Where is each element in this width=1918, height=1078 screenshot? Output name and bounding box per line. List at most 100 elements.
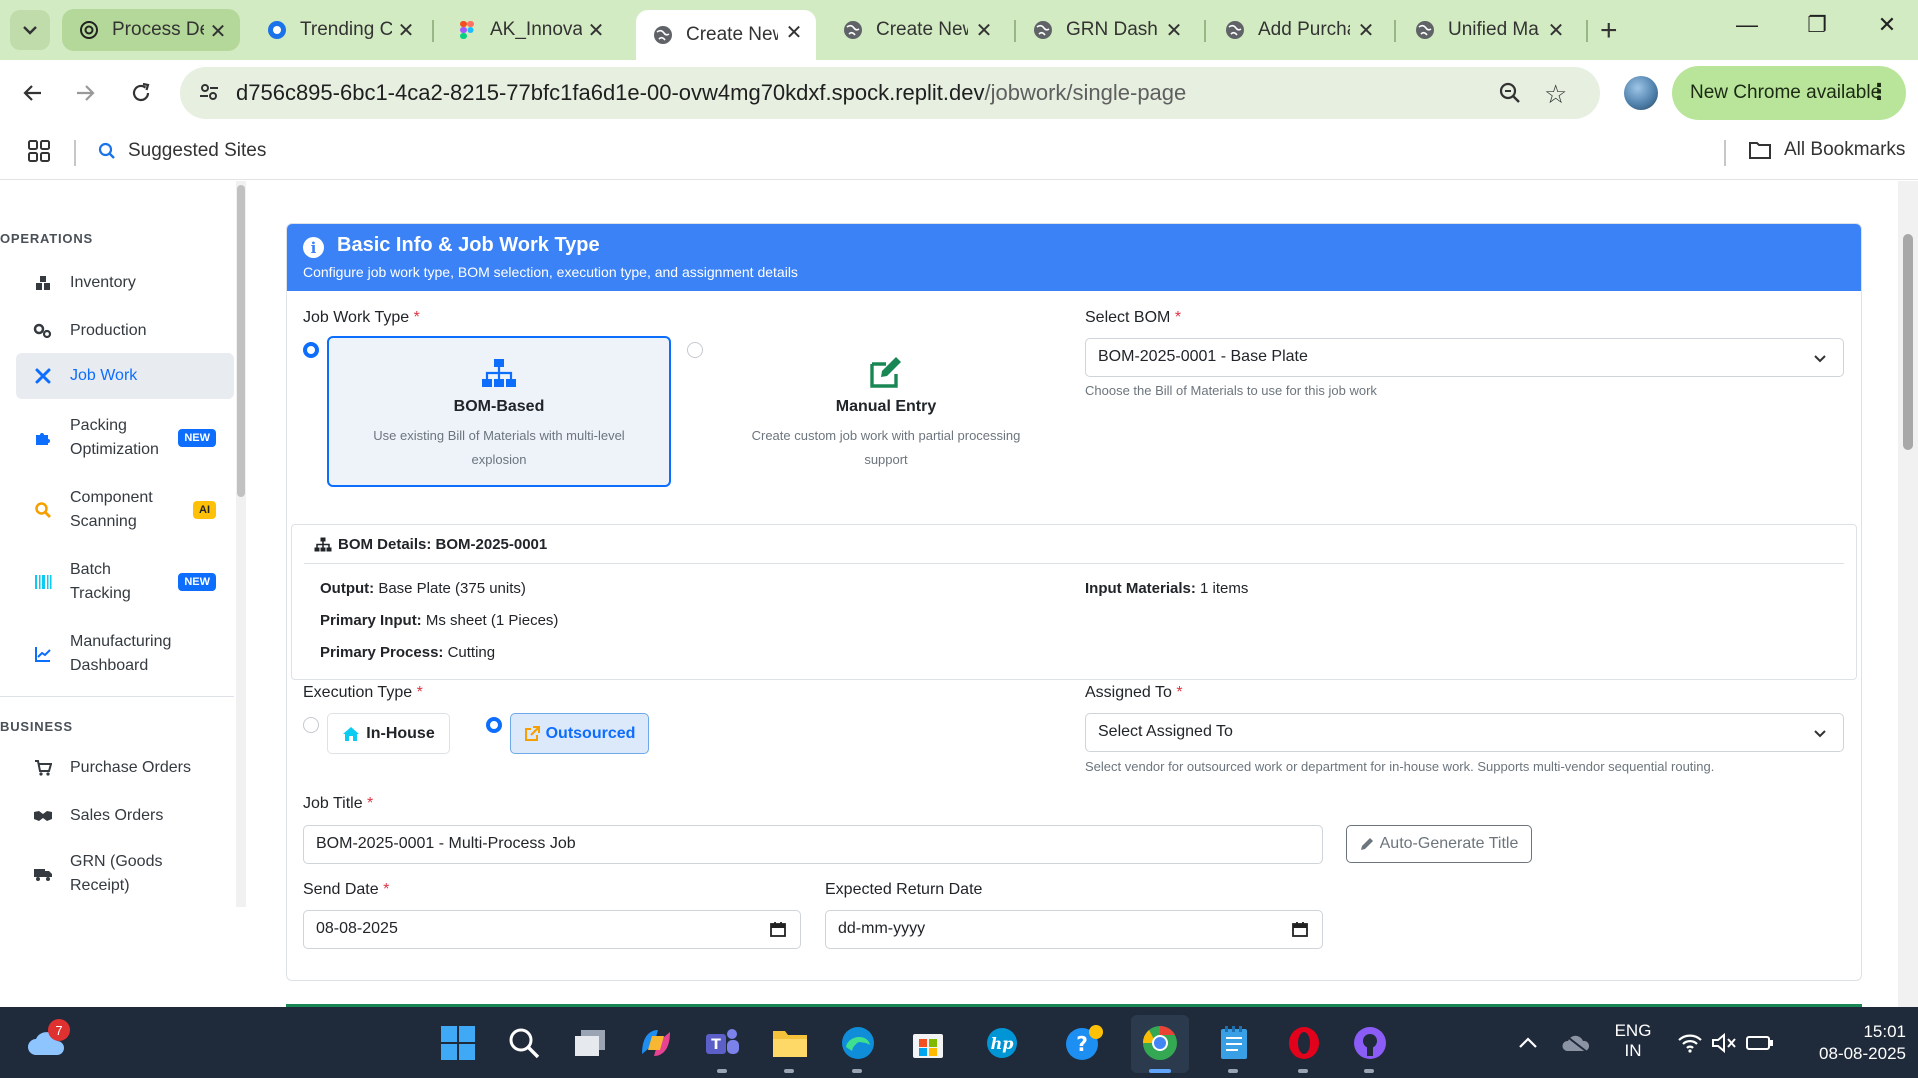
chevron-down-icon bbox=[1813, 726, 1827, 744]
sidebar-item-packing-optimization[interactable]: Packing Optimization NEW bbox=[16, 413, 234, 463]
tab-title: Add Purcha bbox=[1258, 19, 1350, 40]
manual-entry-radio[interactable] bbox=[687, 342, 703, 358]
tab-grn-dashboard[interactable]: GRN Dashb ✕ bbox=[1016, 8, 1196, 52]
close-icon[interactable]: ✕ bbox=[396, 20, 416, 42]
address-bar[interactable]: d756c895-6bc1-4ca2-8215-77bfc1fa6d1e-00-… bbox=[180, 67, 1600, 119]
apps-grid-icon[interactable] bbox=[28, 140, 50, 167]
sidebar-item-batch-tracking[interactable]: Batch Tracking NEW bbox=[16, 557, 234, 607]
chrome-icon[interactable] bbox=[1138, 1021, 1182, 1065]
language-indicator[interactable]: ENG IN bbox=[1608, 1021, 1658, 1061]
tab-trending[interactable]: Trending Co ✕ bbox=[250, 8, 428, 52]
close-icon[interactable]: ✕ bbox=[208, 21, 228, 43]
page-scrollbar-thumb[interactable] bbox=[1903, 234, 1913, 450]
sidebar-item-label: Manufacturing Dashboard bbox=[70, 630, 171, 678]
tab-create-new-active[interactable]: Create New ✕ bbox=[636, 10, 816, 60]
label-line: Packing bbox=[70, 417, 127, 434]
clock[interactable]: 15:01 08-08-2025 bbox=[1786, 1021, 1906, 1065]
edit-icon bbox=[711, 356, 1061, 390]
teams-icon[interactable]: T bbox=[700, 1021, 744, 1065]
globe-icon bbox=[1224, 19, 1246, 41]
sidebar-scrollbar-thumb[interactable] bbox=[237, 185, 245, 497]
sidebar-item-grn[interactable]: GRN (Goods Receipt) bbox=[16, 849, 234, 899]
site-settings-icon[interactable] bbox=[198, 81, 220, 108]
required-marker: * bbox=[367, 795, 374, 812]
tab-process-design[interactable]: Process Design ✕ bbox=[62, 9, 240, 51]
reload-icon bbox=[132, 82, 150, 102]
zoom-icon[interactable] bbox=[1498, 81, 1522, 110]
edge-icon[interactable] bbox=[836, 1021, 880, 1065]
tab-unified[interactable]: Unified Ma ✕ bbox=[1398, 8, 1578, 52]
expected-return-date-input[interactable]: dd-mm-yyyy bbox=[825, 910, 1323, 949]
close-icon[interactable]: ✕ bbox=[974, 20, 994, 42]
tab-title: Trending Co bbox=[300, 19, 392, 40]
send-date-input[interactable]: 08-08-2025 bbox=[303, 910, 801, 949]
start-icon[interactable] bbox=[436, 1021, 480, 1065]
sidebar-item-component-scanning[interactable]: Component Scanning AI bbox=[16, 485, 234, 535]
manual-entry-option[interactable]: Manual Entry Create custom job work with… bbox=[711, 336, 1061, 487]
tab-create-new[interactable]: Create New ✕ bbox=[826, 8, 1006, 52]
chevron-up-icon[interactable] bbox=[1506, 1021, 1550, 1065]
job-title-input[interactable]: BOM-2025-0001 - Multi-Process Job bbox=[303, 825, 1323, 864]
battery-icon[interactable] bbox=[1738, 1021, 1782, 1065]
tab-search-button[interactable] bbox=[10, 10, 50, 50]
store-icon[interactable] bbox=[906, 1021, 950, 1065]
sidebar-item-label: Sales Orders bbox=[70, 807, 164, 824]
new-tab-button[interactable]: + bbox=[1600, 14, 1618, 48]
help-icon[interactable]: ? bbox=[1062, 1021, 1106, 1065]
tab-strip: Process Design ✕ Trending Co ✕ AK_Innova… bbox=[0, 0, 1918, 60]
outsourced-option[interactable]: Outsourced bbox=[510, 713, 649, 754]
select-bom-dropdown[interactable]: BOM-2025-0001 - Base Plate bbox=[1085, 338, 1844, 377]
bom-based-radio[interactable] bbox=[303, 342, 319, 358]
windows-taskbar: 7 T hp ? ENG IN 15:01 08-08-2025 bbox=[0, 1007, 1918, 1078]
kv-value: Base Plate (375 units) bbox=[378, 580, 526, 597]
opera-icon[interactable] bbox=[1282, 1021, 1326, 1065]
close-icon[interactable]: ✕ bbox=[586, 20, 606, 42]
task-view-icon[interactable] bbox=[568, 1021, 612, 1065]
bom-based-option[interactable]: BOM-Based Use existing Bill of Materials… bbox=[327, 336, 671, 487]
sidebar-item-production[interactable]: Production bbox=[16, 316, 234, 346]
close-window-button[interactable]: ✕ bbox=[1872, 12, 1902, 38]
onedrive-icon[interactable] bbox=[1554, 1021, 1598, 1065]
notepad-icon[interactable] bbox=[1212, 1021, 1256, 1065]
forward-button[interactable] bbox=[68, 76, 102, 110]
calendar-icon[interactable] bbox=[1292, 921, 1308, 942]
all-bookmarks-button[interactable]: All Bookmarks bbox=[1748, 139, 1905, 161]
close-icon[interactable]: ✕ bbox=[1546, 20, 1566, 42]
sidebar-item-purchase-orders[interactable]: Purchase Orders bbox=[16, 753, 234, 783]
calendar-icon[interactable] bbox=[770, 921, 786, 942]
tab-add-purchase[interactable]: Add Purcha ✕ bbox=[1208, 8, 1388, 52]
sidebar-item-label: Batch Tracking bbox=[70, 558, 131, 606]
auto-generate-title-button[interactable]: Auto-Generate Title bbox=[1346, 825, 1532, 863]
tab-title: Unified Ma bbox=[1448, 19, 1539, 40]
close-icon[interactable]: ✕ bbox=[784, 22, 804, 44]
tab-title: AK_Innovat bbox=[490, 19, 582, 40]
assigned-to-dropdown[interactable]: Select Assigned To bbox=[1085, 713, 1844, 752]
new-chrome-available-button[interactable]: New Chrome available ⋮ bbox=[1672, 66, 1906, 120]
globe-icon bbox=[1414, 19, 1436, 41]
close-icon[interactable]: ✕ bbox=[1356, 20, 1376, 42]
search-icon[interactable] bbox=[502, 1021, 546, 1065]
in-house-option[interactable]: In-House bbox=[327, 713, 450, 754]
outsourced-radio[interactable] bbox=[486, 717, 502, 733]
more-menu-icon[interactable]: ⋮ bbox=[1868, 79, 1890, 105]
sidebar-item-inventory[interactable]: Inventory bbox=[16, 268, 234, 298]
github-icon[interactable] bbox=[1348, 1021, 1392, 1065]
profile-avatar[interactable] bbox=[1624, 76, 1658, 110]
tab-ak-innovat[interactable]: AK_Innovat ✕ bbox=[440, 8, 618, 52]
bookmark-suggested-sites[interactable]: Suggested Sites bbox=[98, 140, 266, 162]
bookmark-star-icon[interactable]: ☆ bbox=[1544, 79, 1567, 110]
hp-icon[interactable]: hp bbox=[980, 1021, 1024, 1065]
sidebar-item-manufacturing-dashboard[interactable]: Manufacturing Dashboard bbox=[16, 629, 234, 679]
close-icon[interactable]: ✕ bbox=[1164, 20, 1184, 42]
file-explorer-icon[interactable] bbox=[768, 1021, 812, 1065]
sidebar-item-job-work[interactable]: Job Work bbox=[16, 353, 234, 399]
copilot-icon[interactable] bbox=[634, 1021, 678, 1065]
sidebar-item-sales-orders[interactable]: Sales Orders bbox=[16, 801, 234, 831]
reload-button[interactable] bbox=[124, 76, 158, 110]
minimize-button[interactable]: — bbox=[1732, 12, 1762, 38]
in-house-radio[interactable] bbox=[303, 717, 319, 733]
back-button[interactable] bbox=[16, 76, 50, 110]
option-label: In-House bbox=[366, 724, 435, 742]
restore-button[interactable]: ❐ bbox=[1802, 12, 1832, 38]
tools-icon bbox=[32, 365, 54, 387]
